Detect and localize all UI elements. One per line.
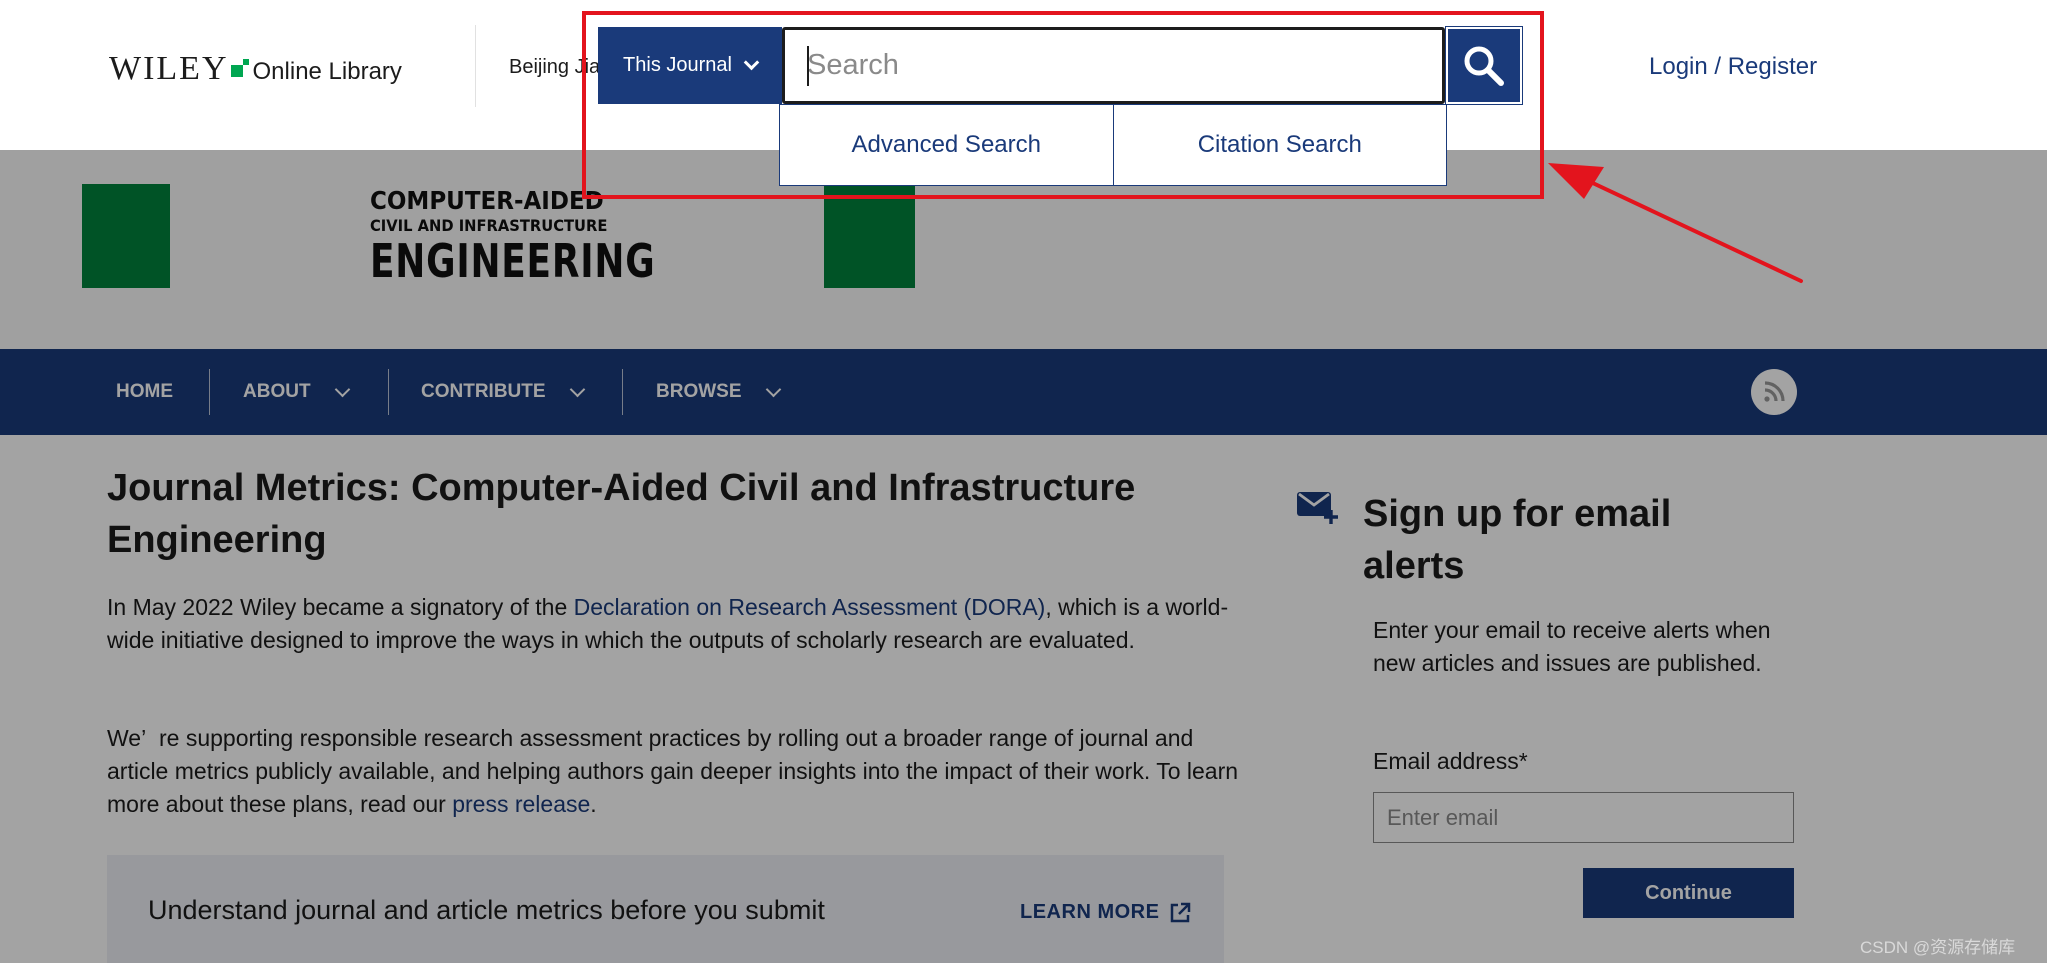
banner-accent-left: [82, 184, 170, 288]
page-title: Journal Metrics: Computer-Aided Civil an…: [107, 467, 1136, 561]
dora-paragraph: In May 2022 Wiley became a signatory of …: [107, 591, 1247, 657]
nav-separator: [622, 369, 623, 415]
chevron-down-icon: [743, 54, 760, 71]
dora-paragraph-text: In May 2022 Wiley became a signatory of …: [107, 594, 574, 620]
external-link-icon: [1171, 902, 1191, 922]
dora-link[interactable]: Declaration on Research Assessment (DORA…: [574, 594, 1046, 620]
journal-title-line2: CIVIL AND INFRASTRUCTURE: [370, 216, 608, 235]
journal-title-line1: COMPUTER-AIDED: [370, 186, 604, 215]
email-alerts-description: Enter your email to receive alerts when …: [1373, 617, 1771, 676]
citation-search-link[interactable]: Citation Search: [1112, 105, 1447, 185]
search-button[interactable]: [1445, 26, 1523, 105]
logo-mark-icon: [230, 59, 249, 77]
rss-icon[interactable]: [1751, 369, 1797, 415]
watermark: CSDN @资源存储库: [1860, 938, 2016, 957]
metrics-paragraph: We’ re supporting responsible research a…: [107, 722, 1247, 821]
email-field[interactable]: [1373, 792, 1794, 843]
learn-more-link[interactable]: LEARN MORE: [1020, 901, 1191, 924]
metrics-callout-text: Understand journal and article metrics b…: [148, 895, 825, 925]
learn-more-label: LEARN MORE: [1020, 901, 1160, 923]
nav-about[interactable]: ABOUT: [243, 349, 350, 435]
nav-separator: [388, 369, 389, 415]
chevron-down-icon: [765, 381, 781, 397]
email-address-label: Email address*: [1373, 748, 1528, 774]
login-register-link[interactable]: Login / Register: [1649, 53, 1817, 81]
institution-name: Beijing Jia: [509, 56, 601, 78]
header-divider: [475, 25, 476, 107]
nav-about-label: ABOUT: [243, 381, 311, 402]
search-icon: [1464, 46, 1504, 86]
logo-wordmark: WILEY: [109, 50, 229, 87]
chevron-down-icon: [569, 381, 585, 397]
text-cursor: [807, 46, 809, 86]
press-release-link[interactable]: press release: [452, 791, 590, 817]
nav-home-label: HOME: [116, 381, 173, 402]
journal-nav: HOME ABOUT CONTRIBUTE BROWSE: [0, 349, 2047, 435]
advanced-search-link[interactable]: Advanced Search: [780, 105, 1113, 185]
nav-home[interactable]: HOME: [116, 349, 173, 435]
metrics-callout: Understand journal and article metrics b…: [107, 855, 1224, 963]
nav-browse[interactable]: BROWSE: [656, 349, 781, 435]
email-alerts-title: Sign up for email alerts: [1363, 493, 1672, 587]
metrics-paragraph-end: .: [590, 791, 597, 817]
journal-title-line3: ENGINEERING: [370, 234, 656, 288]
continue-button[interactable]: Continue: [1583, 868, 1794, 918]
nav-contribute[interactable]: CONTRIBUTE: [421, 349, 585, 435]
logo-subtitle: Online Library: [252, 58, 402, 85]
wiley-online-library-logo[interactable]: WILEY Online Library: [109, 50, 402, 88]
search-scope-dropdown[interactable]: This Journal: [598, 27, 782, 104]
nav-separator: [209, 369, 210, 415]
journal-title-logo[interactable]: COMPUTER-AIDED CIVIL AND INFRASTRUCTURE …: [370, 188, 736, 284]
nav-browse-label: BROWSE: [656, 381, 742, 402]
chevron-down-icon: [334, 381, 350, 397]
search-scope-label: This Journal: [623, 54, 732, 76]
search-options-menu: Advanced Search Citation Search: [779, 104, 1447, 186]
banner-accent-right: [824, 184, 915, 288]
metrics-paragraph-text: We’ re supporting responsible research a…: [107, 725, 1239, 817]
search-input[interactable]: [785, 30, 1442, 101]
mail-plus-icon: [1297, 492, 1338, 524]
nav-contribute-label: CONTRIBUTE: [421, 381, 546, 402]
search-box: [782, 27, 1445, 104]
